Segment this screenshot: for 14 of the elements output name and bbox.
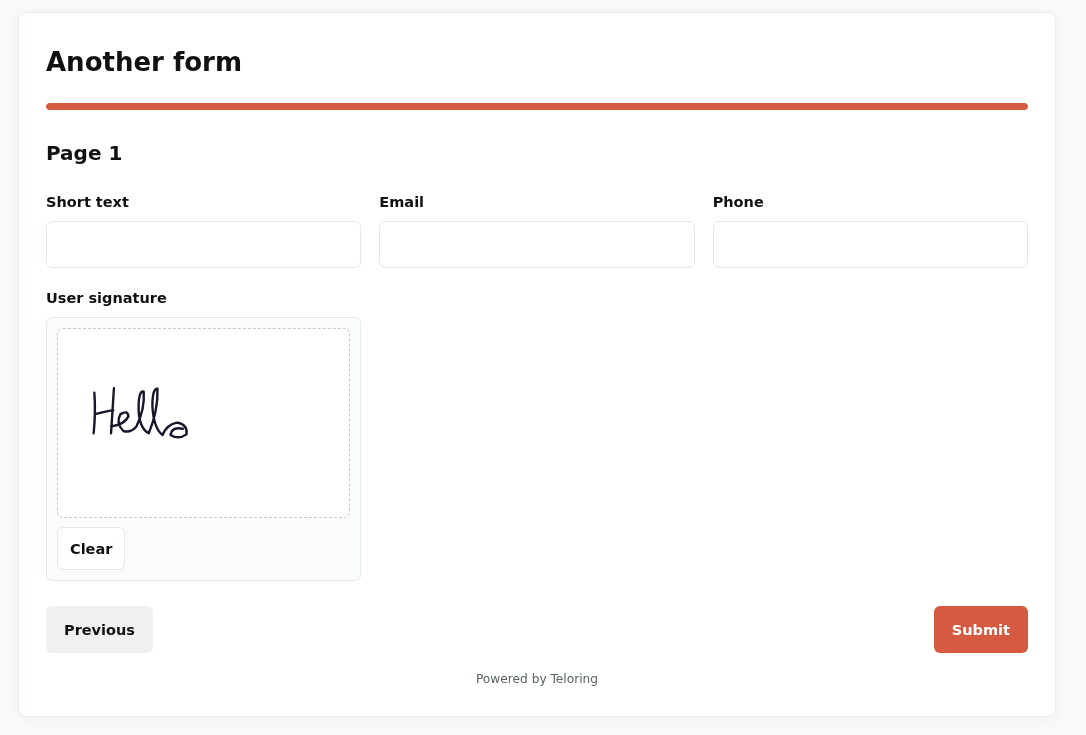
field-label: Email	[379, 193, 425, 212]
input-field[interactable]	[46, 221, 362, 268]
input-field[interactable]	[379, 221, 695, 268]
field-label: Short text	[46, 193, 129, 212]
page-title: Page 1	[46, 140, 124, 167]
footer-text: Powered by Teloring	[475, 671, 599, 688]
input-field[interactable]	[712, 221, 1028, 268]
signature-canvas[interactable]	[57, 328, 351, 518]
field-label: Phone	[712, 193, 764, 212]
form-title: Another form	[46, 46, 244, 79]
clear-button[interactable]: Clear	[57, 527, 126, 570]
field-label: User signature	[46, 289, 167, 308]
previous-button[interactable]: Previous	[46, 606, 153, 653]
submit-button[interactable]: Submit	[933, 606, 1028, 653]
